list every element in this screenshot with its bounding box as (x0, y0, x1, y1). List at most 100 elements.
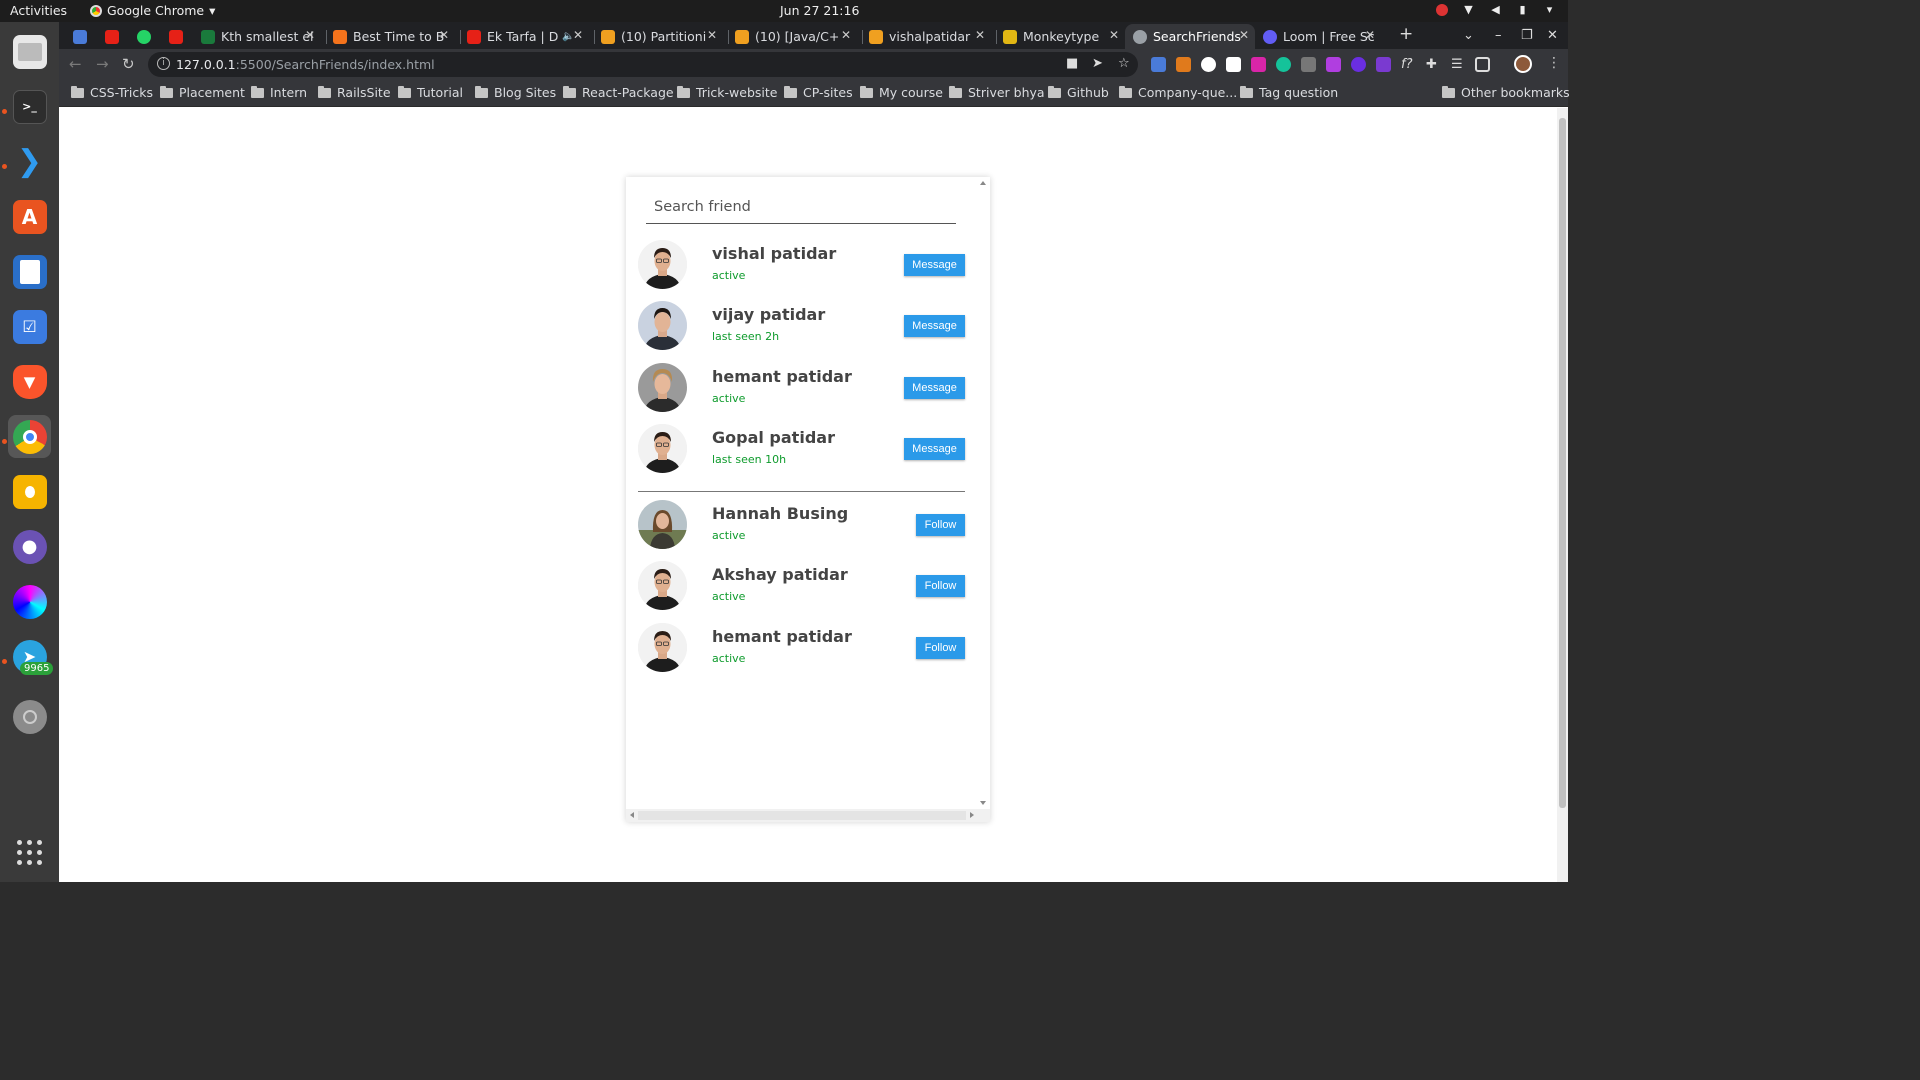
bookmark-folder[interactable]: Blog Sites (475, 85, 556, 100)
bookmark-folder[interactable]: RailsSite (318, 85, 391, 100)
tab-2[interactable]: Ek Tarfa | D 🔈 ✕ (467, 24, 589, 49)
other-bookmarks[interactable]: Other bookmarks (1442, 85, 1570, 100)
avatar[interactable] (638, 423, 687, 473)
side-panel-icon[interactable] (1475, 57, 1490, 72)
avatar[interactable] (638, 622, 687, 672)
tab-search-chevron-icon[interactable]: ⌄ (1463, 28, 1474, 43)
pinned-tab-youtube-2[interactable] (169, 24, 195, 49)
close-icon[interactable]: ✕ (707, 28, 717, 42)
card-vertical-scrollbar[interactable] (977, 177, 990, 809)
bookmark-folder[interactable]: CSS-Tricks (71, 85, 153, 100)
tab-8[interactable]: Loom | Free Sc ✕ (1263, 24, 1381, 49)
tab-3[interactable]: (10) Partitioni ✕ (601, 24, 723, 49)
reading-list-icon[interactable]: ☰ (1451, 57, 1466, 72)
avatar[interactable] (638, 561, 687, 611)
follow-button[interactable]: Follow (916, 514, 965, 536)
battery-icon[interactable]: ▮ (1516, 3, 1529, 16)
scroll-down-arrow-icon[interactable] (980, 801, 986, 805)
close-icon[interactable]: ✕ (975, 28, 985, 42)
dock-github[interactable]: ● (8, 525, 51, 568)
bookmark-folder[interactable]: Placement (160, 85, 245, 100)
address-bar[interactable]: i 127.0.0.1:5500/SearchFriends/index.htm… (148, 52, 1138, 77)
person-name[interactable]: Akshay patidar (712, 565, 848, 584)
search-input[interactable] (646, 191, 956, 223)
camera-off-icon[interactable]: ■ (1066, 56, 1078, 71)
scrollbar-thumb[interactable] (638, 811, 966, 820)
page-scrollbar[interactable] (1557, 108, 1568, 882)
bookmark-folder[interactable]: React-Package (563, 85, 674, 100)
dock-color-app[interactable] (8, 580, 51, 623)
kebab-menu-icon[interactable]: ⋮ (1547, 55, 1561, 71)
tab-4[interactable]: (10) [Java/C+ ✕ (735, 24, 857, 49)
reload-icon[interactable]: ↻ (122, 55, 135, 73)
translate-extension-icon[interactable] (1151, 57, 1166, 72)
metamask-extension-icon[interactable] (1176, 57, 1191, 72)
avatar[interactable] (638, 301, 687, 351)
app-menu[interactable]: Google Chrome ▾ (90, 3, 215, 18)
color-extension-icon[interactable] (1326, 57, 1341, 72)
system-tray[interactable]: ▼ ◀ ▮ ▾ (1436, 3, 1556, 16)
person-name[interactable]: vishal patidar (712, 244, 836, 263)
dock-terminal[interactable]: >_ (8, 85, 51, 128)
scrollbar-thumb[interactable] (1559, 118, 1566, 808)
avatar[interactable] (638, 240, 687, 289)
tab-7-active[interactable]: SearchFriends ✕ (1125, 24, 1255, 49)
person-name[interactable]: hemant patidar (712, 367, 852, 386)
download-extension-icon[interactable] (1376, 57, 1391, 72)
dock-files[interactable] (8, 30, 51, 73)
pinned-tab-translate[interactable] (73, 24, 99, 49)
bookmark-star-icon[interactable]: ☆ (1118, 56, 1130, 71)
bookmark-folder[interactable]: Github (1048, 85, 1109, 100)
message-button[interactable]: Message (904, 437, 965, 460)
card-horizontal-scrollbar[interactable] (626, 809, 990, 822)
clock[interactable]: Jun 27 21:16 (780, 3, 859, 18)
pinned-tab-youtube[interactable] (105, 24, 131, 49)
wappalyzer-extension-icon[interactable] (1201, 57, 1216, 72)
send-icon[interactable]: ➤ (1092, 56, 1103, 71)
image-extension-icon[interactable] (1301, 57, 1316, 72)
tab-0[interactable]: Kth smallest el ✕ (201, 24, 321, 49)
t-extension-icon[interactable] (1251, 57, 1266, 72)
restore-icon[interactable]: ❐ (1521, 28, 1533, 43)
forward-arrow-icon[interactable]: → (96, 55, 109, 73)
close-icon[interactable]: ✕ (1109, 28, 1119, 42)
show-applications-icon[interactable] (17, 840, 43, 866)
person-name[interactable]: vijay patidar (712, 305, 825, 324)
bookmark-folder[interactable]: Intern (251, 85, 307, 100)
bookmark-folder[interactable]: Company-que... (1119, 85, 1237, 100)
scroll-right-arrow-icon[interactable] (970, 812, 974, 818)
pinned-tab-whatsapp[interactable] (137, 24, 163, 49)
bookmark-folder[interactable]: Trick-website (677, 85, 777, 100)
bookmark-folder[interactable]: My course (860, 85, 943, 100)
message-button[interactable]: Message (904, 376, 965, 399)
profile-avatar[interactable] (1514, 55, 1532, 73)
tab-6[interactable]: Monkeytype ✕ (1003, 24, 1125, 49)
purple-extension-icon[interactable] (1351, 57, 1366, 72)
wifi-icon[interactable]: ▼ (1462, 3, 1475, 16)
bookmark-folder[interactable]: Tutorial (398, 85, 463, 100)
extensions-puzzle-icon[interactable]: ✚ (1426, 57, 1441, 72)
dock-notes[interactable] (8, 470, 51, 513)
bookmark-folder[interactable]: Striver bhya (949, 85, 1045, 100)
close-window-icon[interactable]: ✕ (1547, 28, 1558, 43)
dock-disk[interactable] (8, 695, 51, 738)
person-name[interactable]: hemant patidar (712, 627, 852, 646)
person-name[interactable]: Gopal patidar (712, 428, 835, 447)
avatar[interactable] (638, 500, 687, 549)
close-icon[interactable]: ✕ (841, 28, 851, 42)
message-button[interactable]: Message (904, 315, 965, 338)
dock-writer[interactable] (8, 250, 51, 293)
follow-button[interactable]: Follow (916, 575, 965, 598)
new-tab-plus-icon[interactable]: + (1399, 24, 1413, 44)
close-icon[interactable]: ✕ (439, 28, 449, 42)
power-menu-icon[interactable]: ▾ (1543, 3, 1556, 16)
formula-extension-icon[interactable]: f? (1401, 57, 1416, 72)
b-extension-icon[interactable] (1226, 57, 1241, 72)
close-icon[interactable]: ✕ (305, 28, 315, 42)
avatar[interactable] (638, 362, 687, 412)
dock-vscode[interactable]: ❯ (8, 140, 51, 183)
tab-5[interactable]: vishalpatidar ✕ (869, 24, 991, 49)
message-button[interactable]: Message (904, 254, 965, 276)
activities-button[interactable]: Activities (10, 3, 67, 18)
follow-button[interactable]: Follow (916, 636, 965, 659)
